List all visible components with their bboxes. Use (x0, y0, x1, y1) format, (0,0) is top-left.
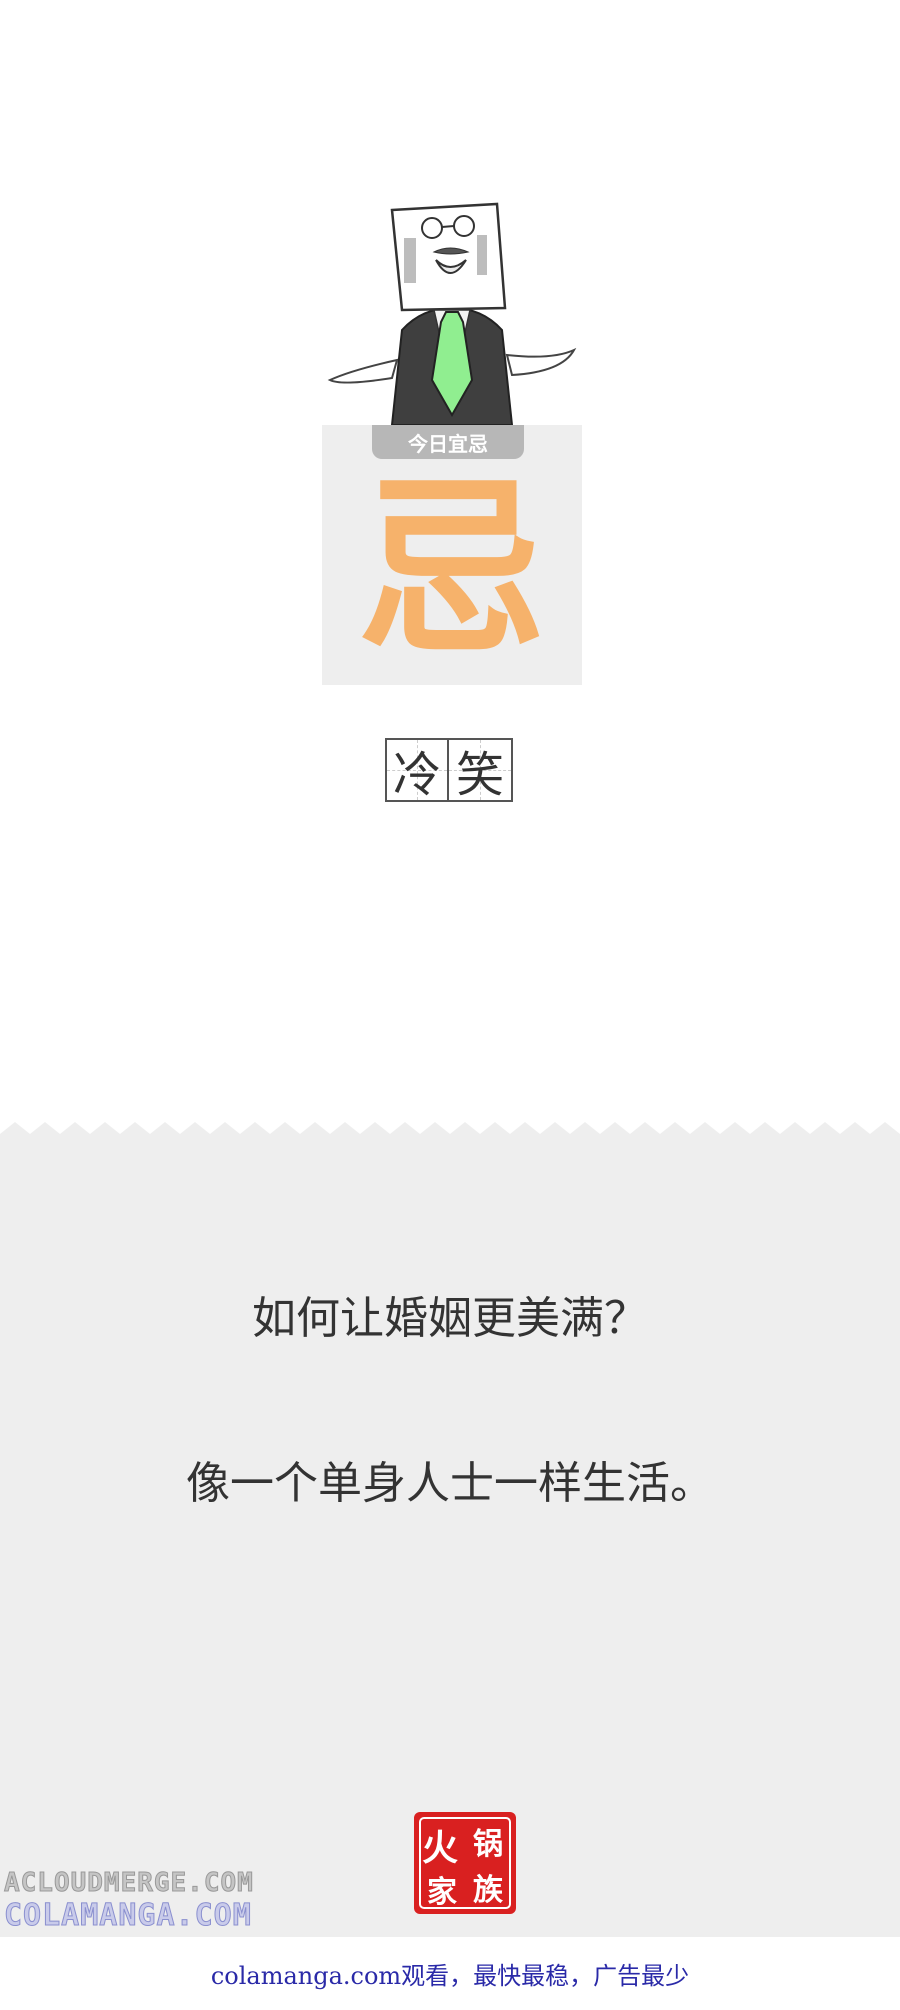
footer-site-link[interactable]: colamanga.com观看，最快最稳，广告最少 (211, 1956, 689, 1991)
grid-cell: 笑 (449, 738, 513, 803)
grid-character: 笑 (455, 747, 504, 803)
svg-text:火: 火 (422, 1827, 458, 1869)
svg-text:家: 家 (427, 1875, 457, 1910)
watermark-colamanga: COLAMANGA.COM (4, 1898, 252, 1934)
svg-text:锅: 锅 (473, 1827, 503, 1862)
cartoon-character-illustration (327, 202, 577, 426)
joke-answer: 像一个单身人士一样生活。 (186, 1458, 714, 1509)
zigzag-edge-divider (0, 1122, 900, 1144)
grid-cell: 冷 (385, 738, 449, 803)
footer-bar: colamanga.com观看，最快最稳，广告最少 (0, 1937, 900, 2010)
character-grid-label: 冷 笑 (385, 738, 513, 803)
daily-taboo-card: 今日宜忌 忌 (322, 425, 582, 685)
grid-character: 冷 (392, 747, 441, 803)
joke-question: 如何让婚姻更美满？ (252, 1293, 648, 1344)
red-seal-logo: 火 锅 家 族 (414, 1812, 516, 1914)
card-taboo-character: 忌 (356, 459, 547, 680)
watermark-acloudmerge: ACLOUDMERGE.COM (4, 1868, 254, 1899)
card-tab-label: 今日宜忌 (372, 425, 524, 459)
svg-text:族: 族 (473, 1873, 504, 1908)
